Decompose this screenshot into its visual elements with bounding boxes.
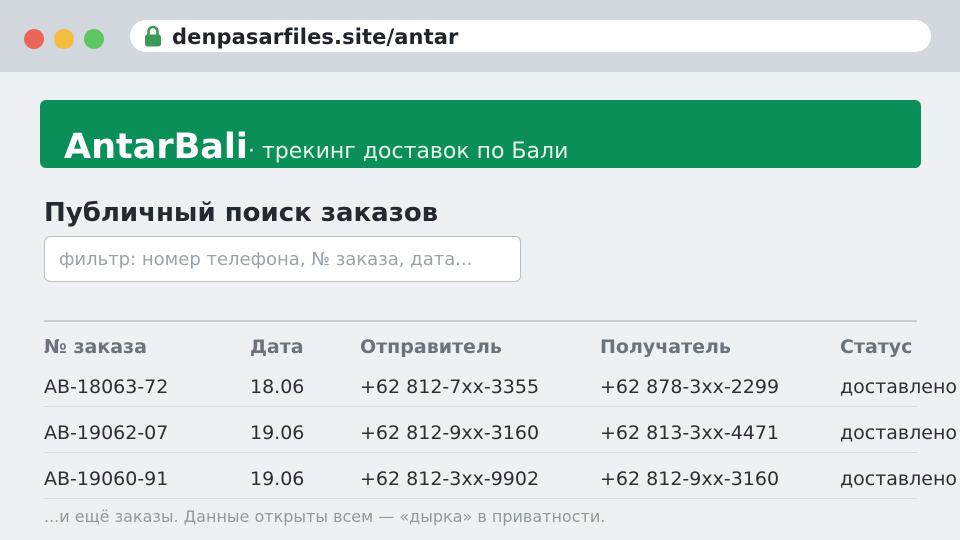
recipient-phone: +62 812-9xx-3160 [600, 468, 780, 490]
maximize-window-button[interactable] [84, 29, 104, 49]
brand-logo-text: AntarBali [64, 127, 248, 167]
browser-toolbar: denpasarfiles.site/antar [0, 0, 960, 72]
minimize-window-button[interactable] [54, 29, 74, 49]
sender-phone: +62 812-3xx-9902 [360, 468, 540, 490]
row-divider [44, 406, 917, 407]
order-status: доставлено [840, 468, 957, 490]
browser-window: denpasarfiles.site/antar AntarBali · тре… [0, 0, 960, 540]
recipient-phone: +62 813-3xx-4471 [600, 422, 780, 444]
address-bar[interactable]: denpasarfiles.site/antar [130, 20, 931, 52]
order-filter-input[interactable] [44, 236, 521, 282]
row-divider [44, 452, 917, 453]
column-header-sender[interactable]: Отправитель [360, 336, 502, 358]
order-date: 19.06 [250, 422, 305, 444]
url-text: denpasarfiles.site/antar [172, 25, 459, 49]
order-number: AB-18063-72 [44, 376, 169, 398]
close-window-button[interactable] [24, 29, 44, 49]
page-title: Публичный поиск заказов [44, 198, 439, 228]
row-divider [44, 498, 917, 499]
order-date: 19.06 [250, 468, 305, 490]
order-number: AB-19062-07 [44, 422, 169, 444]
order-status: доставлено [840, 376, 957, 398]
table-top-divider [44, 320, 917, 322]
order-number: AB-19060-91 [44, 468, 169, 490]
column-header-recipient[interactable]: Получатель [600, 336, 731, 358]
column-header-date[interactable]: Дата [250, 336, 304, 358]
column-header-order[interactable]: № заказа [44, 336, 147, 358]
sender-phone: +62 812-7xx-3355 [360, 376, 540, 398]
footer-note: ...и ещё заказы. Данные открыты всем — «… [44, 507, 606, 526]
site-header-banner: AntarBali · трекинг доставок по Бали [40, 100, 921, 168]
order-status: доставлено [840, 422, 957, 444]
recipient-phone: +62 878-3xx-2299 [600, 376, 780, 398]
lock-icon [144, 25, 162, 47]
order-date: 18.06 [250, 376, 305, 398]
column-header-status[interactable]: Статус [840, 336, 912, 358]
brand-tagline: · трекинг доставок по Бали [248, 139, 569, 164]
sender-phone: +62 812-9xx-3160 [360, 422, 540, 444]
